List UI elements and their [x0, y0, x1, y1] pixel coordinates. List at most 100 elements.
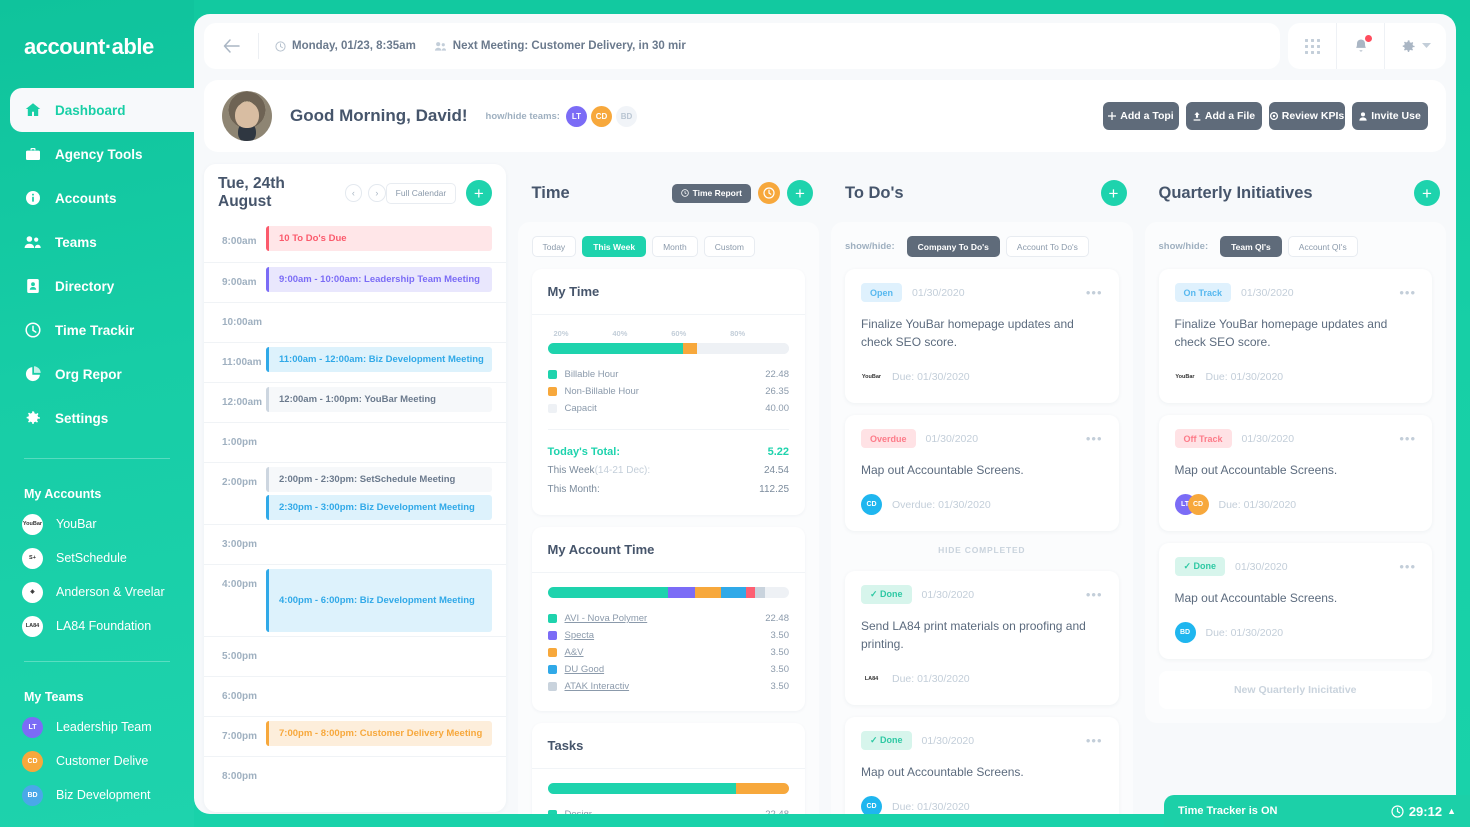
calendar-event[interactable]: 12:00am - 1:00pm: YouBar Meeting: [266, 387, 492, 412]
task-text: Send LA84 print materials on proofing an…: [861, 619, 1086, 651]
team-toggle-cd[interactable]: CD: [590, 105, 612, 127]
calendar-event[interactable]: 4:00pm - 6:00pm: Biz Development Meeting: [266, 569, 492, 632]
task-menu-button[interactable]: •••: [1399, 286, 1416, 299]
account-item[interactable]: YouBar YouBar: [0, 507, 194, 541]
team-avatar: LT: [22, 716, 43, 738]
filter-company-to-do-s[interactable]: Company To Do's: [906, 236, 1000, 257]
account-item[interactable]: ◈ Anderson & Vreelar: [0, 575, 194, 609]
team-item[interactable]: LT Leadership Team: [0, 710, 194, 744]
action-add-a-topi-button[interactable]: Add a Topi: [1103, 102, 1179, 130]
legend-value: 3.50: [770, 681, 790, 692]
calendar-event[interactable]: 10 To Do's Due: [266, 226, 492, 251]
action-label: Add a File: [1204, 110, 1256, 122]
full-calendar-button[interactable]: Full Calendar: [385, 182, 457, 204]
task-menu-button[interactable]: •••: [1086, 734, 1103, 747]
calendar-event[interactable]: 2:30pm - 3:00pm: Biz Development Meeting: [266, 495, 492, 520]
apps-grid-button[interactable]: [1288, 23, 1336, 69]
filter-team-qi-s[interactable]: Team QI's: [1220, 236, 1282, 257]
status-badge: On Track: [1174, 283, 1232, 302]
new-initiative-button[interactable]: New Quarterly Inicitative: [1158, 671, 1432, 709]
todos-header: To Do's +: [831, 164, 1133, 222]
calendar-next-button[interactable]: ›: [368, 184, 386, 202]
task-card[interactable]: ✓ Done 01/30/2020 ••• Send LA84 print ma…: [845, 571, 1119, 705]
calendar-event[interactable]: 9:00am - 10:00am: Leadership Team Meetin…: [266, 267, 492, 292]
start-timer-button[interactable]: [758, 182, 780, 204]
brand-logo[interactable]: account·able: [0, 0, 194, 60]
legend-row: A&V 3.50: [547, 644, 789, 661]
task-date: 01/30/2020: [921, 734, 975, 747]
calendar-slot: 10:00am: [204, 302, 506, 342]
time-range-today[interactable]: Today: [531, 236, 577, 257]
task-card[interactable]: ✓ Done 01/30/2020 ••• Map out Accountabl…: [845, 717, 1119, 814]
action-add-a-file-button[interactable]: Add a File: [1186, 102, 1262, 130]
calendar-event[interactable]: 7:00pm - 8:00pm: Customer Delivery Meeti…: [266, 721, 492, 746]
gear-icon: [24, 410, 41, 426]
slot-events: 4:00pm - 6:00pm: Biz Development Meeting: [266, 565, 506, 636]
task-card[interactable]: ✓ Done 01/30/2020 ••• Map out Accountabl…: [1158, 543, 1432, 659]
sidebar-item-settings[interactable]: Settings: [0, 396, 194, 440]
sidebar-item-label: Accounts: [55, 190, 117, 206]
task-menu-button[interactable]: •••: [1086, 432, 1103, 445]
task-menu-button[interactable]: •••: [1399, 432, 1416, 445]
calendar-prev-button[interactable]: ‹: [344, 184, 363, 202]
task-card[interactable]: On Track 01/30/2020 ••• Finalize YouBar …: [1158, 269, 1432, 403]
my-teams-title: My Teams: [24, 690, 84, 704]
time-tracker-bar[interactable]: Time Tracker is ON 29:12 ▲: [1164, 795, 1470, 827]
sidebar-item-accounts[interactable]: Accounts: [0, 176, 194, 220]
account-time-heading: My Account Time: [531, 527, 805, 573]
status-badge: Off Track: [1174, 429, 1232, 448]
total-row: This Month: 112.25: [548, 480, 790, 499]
task-card[interactable]: Overdue 01/30/2020 ••• Map out Accountab…: [845, 415, 1119, 531]
time-report-button[interactable]: Time Report: [671, 183, 751, 203]
filter-account-to-do-s[interactable]: Account To Do's: [1005, 236, 1089, 257]
account-label: LA84 Foundation: [56, 619, 152, 633]
legend-label-link[interactable]: ATAK Interactiv: [565, 681, 630, 692]
initiatives-add-button[interactable]: +: [1414, 180, 1440, 206]
action-invite-use-button[interactable]: Invite Use: [1352, 102, 1428, 130]
sidebar-item-org-repor[interactable]: Org Repor: [0, 352, 194, 396]
task-card[interactable]: Open 01/30/2020 ••• Finalize YouBar home…: [845, 269, 1119, 403]
team-toggle-lt[interactable]: LT: [565, 105, 587, 127]
calendar-event[interactable]: 2:00pm - 2:30pm: SetSchedule Meeting: [266, 467, 492, 492]
settings-menu-button[interactable]: [1384, 23, 1446, 69]
team-toggle-bd[interactable]: BD: [615, 105, 637, 127]
sidebar-item-time-trackir[interactable]: Time Trackir: [0, 308, 194, 352]
todos-showhide-label: show/hide:: [845, 241, 895, 252]
task-menu-button[interactable]: •••: [1086, 588, 1103, 601]
time-add-button[interactable]: +: [787, 180, 813, 206]
sidebar: account·able Dashboard Agency Tools Acco…: [0, 0, 194, 827]
team-item[interactable]: BD Biz Development: [0, 778, 194, 812]
legend-label-link[interactable]: AVI - Nova Polymer: [565, 613, 648, 624]
legend-label-link[interactable]: Specta: [565, 630, 595, 641]
sidebar-item-directory[interactable]: Directory: [0, 264, 194, 308]
avatar[interactable]: [222, 91, 272, 141]
account-item[interactable]: LA84 LA84 Foundation: [0, 609, 194, 643]
account-item[interactable]: S+ SetSchedule: [0, 541, 194, 575]
back-button[interactable]: [204, 39, 258, 53]
team-item[interactable]: CD Customer Delive: [0, 744, 194, 778]
todos-add-button[interactable]: +: [1100, 180, 1127, 206]
legend-label-link[interactable]: A&V: [565, 647, 584, 658]
calendar-add-button[interactable]: +: [466, 180, 492, 206]
sidebar-item-dashboard[interactable]: Dashboard: [10, 88, 194, 132]
tracker-chevron-icon[interactable]: ▲: [1447, 806, 1456, 816]
time-range-custom[interactable]: Custom: [703, 236, 755, 257]
legend-label: Billable Hour: [564, 369, 619, 380]
hide-completed-button[interactable]: HIDE COMPLETED: [845, 531, 1119, 559]
sidebar-item-agency-tools[interactable]: Agency Tools: [0, 132, 194, 176]
calendar-event[interactable]: 11:00am - 12:00am: Biz Development Meeti…: [266, 347, 492, 372]
notifications-button[interactable]: [1336, 23, 1384, 69]
task-menu-button[interactable]: •••: [1086, 286, 1103, 299]
legend-label-link[interactable]: DU Good: [565, 664, 605, 675]
sidebar-item-teams[interactable]: Teams: [0, 220, 194, 264]
time-range-month[interactable]: Month: [652, 236, 698, 257]
tick-label: 80%: [730, 329, 746, 338]
action-review-kpis-button[interactable]: Review KPIs: [1269, 102, 1345, 130]
task-card[interactable]: Off Track 01/30/2020 ••• Map out Account…: [1158, 415, 1432, 531]
filter-account-qi-s[interactable]: Account QI's: [1287, 236, 1358, 257]
slot-time-label: 8:00am: [222, 236, 257, 247]
task-text: Map out Accountable Screens.: [1174, 463, 1338, 477]
slot-time-label: 4:00pm: [222, 579, 258, 590]
time-range-this-week[interactable]: This Week: [582, 236, 647, 257]
task-menu-button[interactable]: •••: [1399, 560, 1416, 573]
